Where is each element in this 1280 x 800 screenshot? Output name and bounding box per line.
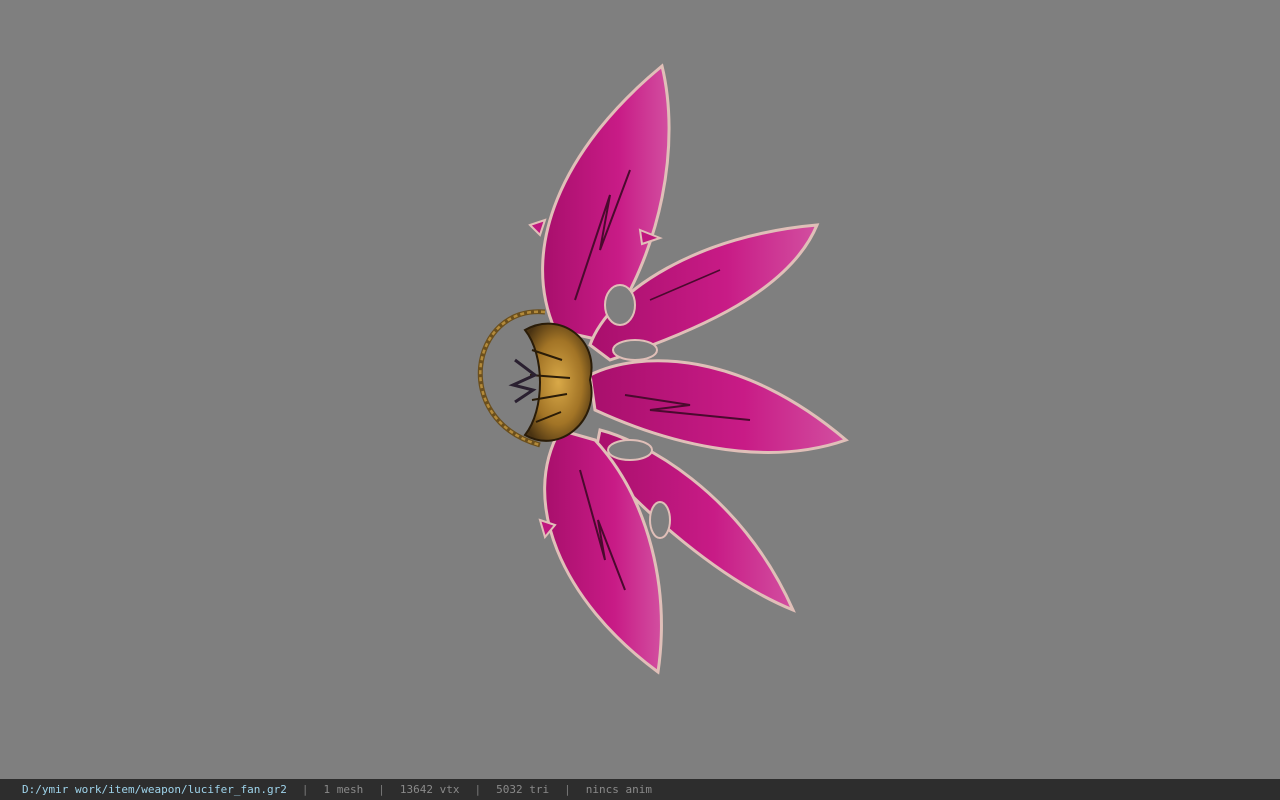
separator: | (564, 783, 571, 796)
animation-status: nincs anim (585, 783, 652, 796)
separator: | (301, 783, 309, 796)
separator: | (474, 783, 482, 796)
pink-fan-weapon-icon (477, 63, 849, 675)
file-path: D:/ymir work/item/weapon/lucifer_fan.gr2 (22, 783, 287, 796)
blade-right (588, 339, 849, 454)
triangle-count: 5032 tri (496, 783, 550, 796)
separator: | (378, 783, 385, 796)
vertex-count: 13642 vtx (399, 783, 460, 796)
model-viewport[interactable] (0, 0, 1280, 779)
fan-hilt (508, 322, 593, 442)
status-bar: D:/ymir work/item/weapon/lucifer_fan.gr2… (0, 779, 1280, 800)
mesh-count: 1 mesh (323, 783, 364, 796)
